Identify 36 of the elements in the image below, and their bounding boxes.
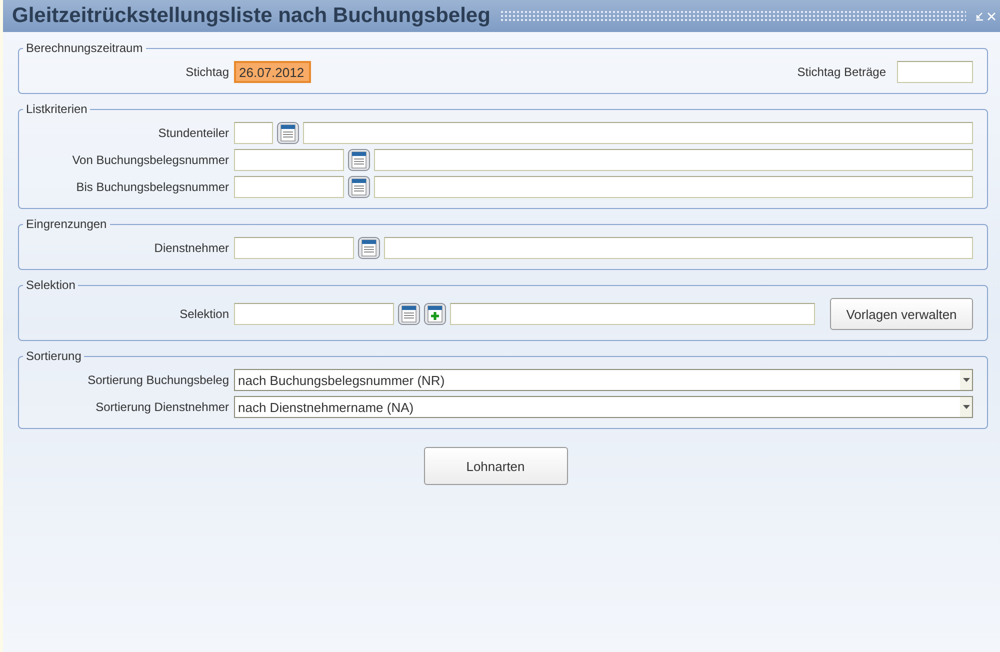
notepad-icon[interactable] — [398, 303, 420, 325]
date-field[interactable]: 26.07.2012 — [234, 61, 311, 83]
section-legend: Berechnungszeitraum — [23, 41, 146, 55]
notepad-icon[interactable] — [277, 122, 299, 144]
field-label: Stichtag — [184, 65, 229, 79]
notepad-plus-icon[interactable] — [424, 303, 446, 325]
field-label: Stichtag Beträge — [797, 65, 886, 79]
section-legend: Eingrenzungen — [23, 217, 110, 231]
notepad-icon[interactable] — [358, 237, 380, 259]
field-label: Selektion — [178, 307, 229, 321]
wage-types-button[interactable]: Lohnarten — [424, 447, 568, 485]
manage-templates-button[interactable]: Vorlagen verwalten — [830, 298, 973, 330]
field-label: Stundenteiler — [157, 126, 229, 140]
section-legend: Selektion — [23, 278, 78, 292]
minimize-icon[interactable] — [975, 12, 984, 20]
field-label: Von Buchungsbelegsnummer — [71, 153, 229, 167]
code-field[interactable] — [234, 122, 273, 144]
dropdown-arrow-icon — [962, 405, 970, 409]
code-field[interactable] — [234, 303, 394, 325]
notepad-icon[interactable] — [348, 176, 370, 198]
code-field[interactable] — [234, 176, 344, 198]
sort-dropdown[interactable]: nach Buchungsbelegsnummer (NR) — [234, 369, 973, 391]
dropdown-arrow-icon — [962, 378, 970, 382]
field-label: Sortierung Buchungsbeleg — [86, 373, 229, 387]
code-field[interactable] — [234, 237, 354, 259]
date-field[interactable] — [897, 61, 973, 83]
notepad-icon[interactable] — [348, 149, 370, 171]
window-title: Gleitzeitrückstellungsliste nach Buchungsbeleg — [12, 4, 490, 28]
code-field[interactable] — [234, 149, 344, 171]
sort-dropdown[interactable]: nach Dienstnehmername (NA) — [234, 396, 973, 418]
section-legend: Sortierung — [23, 349, 84, 363]
section-legend: Listkriterien — [23, 102, 90, 116]
field-label: Bis Buchungsbelegsnummer — [75, 180, 229, 194]
field-label: Dienstnehmer — [153, 241, 229, 255]
field-label: Sortierung Dienstnehmer — [94, 400, 229, 414]
close-icon[interactable] — [987, 12, 996, 20]
